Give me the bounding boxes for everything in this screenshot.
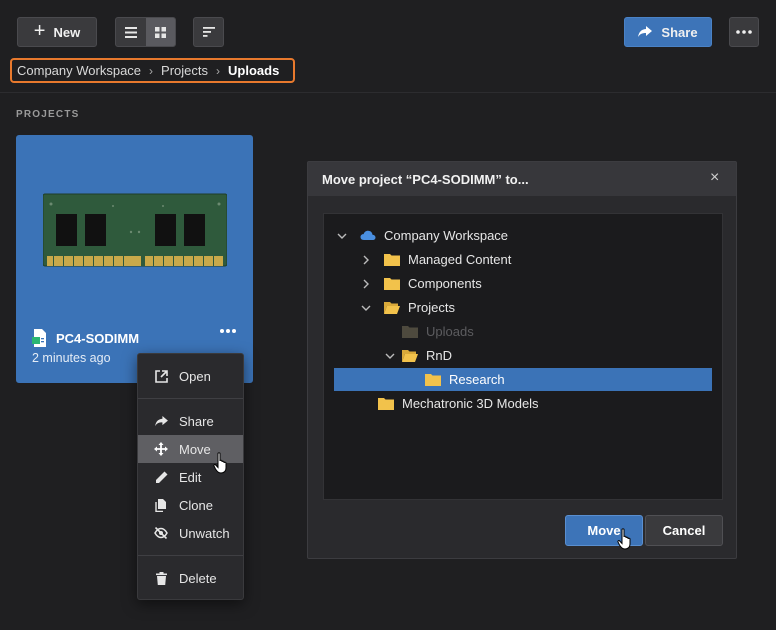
- divider: [0, 92, 776, 93]
- move-icon: [154, 442, 168, 456]
- more-options-button[interactable]: [729, 17, 759, 47]
- unwatch-icon: [154, 526, 168, 540]
- menu-item-label: Share: [179, 413, 214, 429]
- new-button[interactable]: + New: [17, 17, 97, 47]
- tree-item-label: Managed Content: [408, 252, 512, 267]
- tree-item-rnd[interactable]: RnD: [384, 344, 452, 367]
- chevron-right-icon: [360, 278, 372, 290]
- folder-icon: [384, 278, 400, 290]
- project-title: PC4-SODIMM: [56, 331, 140, 346]
- tree-item-company-workspace[interactable]: Company Workspace: [336, 224, 508, 247]
- tree-item-label: Uploads: [426, 324, 474, 339]
- open-external-icon: [154, 369, 168, 383]
- menu-item-open[interactable]: Open: [138, 362, 243, 390]
- view-toggle: [115, 17, 176, 47]
- plus-icon: +: [33, 20, 46, 42]
- folder-icon: [378, 398, 394, 410]
- tree-item-components[interactable]: Components: [360, 272, 482, 295]
- project-file-icon: [32, 329, 46, 347]
- folder-icon: [402, 326, 418, 338]
- pencil-icon: [154, 470, 168, 484]
- menu-item-label: Open: [179, 368, 211, 384]
- menu-item-label: Clone: [179, 497, 213, 513]
- new-button-label: New: [53, 24, 81, 40]
- folder-open-icon: [384, 302, 400, 314]
- tree-item-label: Components: [408, 276, 482, 291]
- clone-icon: [154, 498, 168, 512]
- menu-item-share[interactable]: Share: [138, 407, 243, 435]
- tree-item-mechatronic-3d-models[interactable]: Mechatronic 3D Models: [378, 392, 539, 415]
- tree-item-label: RnD: [426, 348, 453, 363]
- trash-icon: [154, 571, 168, 585]
- hand-cursor-icon: [617, 528, 631, 550]
- tree-item-uploads: Uploads: [402, 320, 474, 343]
- sort-button[interactable]: [193, 17, 224, 47]
- breadcrumb: Company Workspace › Projects › Uploads: [10, 58, 295, 83]
- project-timestamp: 2 minutes ago: [32, 351, 111, 365]
- breadcrumb-projects[interactable]: Projects: [161, 63, 208, 78]
- card-more-icon[interactable]: [219, 328, 237, 334]
- grid-view-button[interactable]: [145, 18, 175, 46]
- menu-item-label: Move: [179, 441, 211, 457]
- cloud-icon: [360, 230, 376, 240]
- tree-item-label: Research: [449, 372, 505, 387]
- tree-item-projects[interactable]: Projects: [360, 296, 455, 319]
- menu-item-label: Edit: [179, 469, 202, 485]
- share-button-label: Share: [661, 24, 698, 40]
- menu-item-delete[interactable]: Delete: [138, 564, 243, 592]
- breadcrumb-company-workspace[interactable]: Company Workspace: [17, 63, 141, 78]
- context-menu: Open Share Move Edit Clone Unwatch Delet…: [137, 353, 244, 600]
- folder-open-icon: [402, 350, 418, 362]
- chevron-down-icon: [384, 350, 396, 362]
- tree-item-managed-content[interactable]: Managed Content: [360, 248, 511, 271]
- breadcrumb-uploads: Uploads: [228, 63, 280, 78]
- list-icon: [124, 26, 137, 38]
- tree-item-label: Mechatronic 3D Models: [402, 396, 539, 411]
- chevron-down-icon: [360, 302, 372, 314]
- dialog-title: Move project “PC4-SODIMM” to...: [322, 171, 529, 187]
- folder-tree: Company Workspace Managed Content Compon…: [323, 213, 723, 500]
- sort-icon: [202, 27, 215, 37]
- section-label: PROJECTS: [16, 109, 80, 120]
- tree-item-label: Projects: [408, 300, 455, 315]
- project-card[interactable]: PC4-SODIMM 2 minutes ago: [16, 135, 253, 383]
- menu-divider: [138, 555, 243, 556]
- hand-cursor-icon: [213, 452, 227, 474]
- chevron-right-icon: ›: [216, 63, 221, 78]
- menu-item-unwatch[interactable]: Unwatch: [138, 519, 243, 547]
- dialog-header: Move project “PC4-SODIMM” to...: [308, 162, 736, 196]
- share-icon: [638, 26, 653, 37]
- cancel-button[interactable]: Cancel: [645, 515, 723, 546]
- tree-item-label: Company Workspace: [384, 228, 509, 243]
- share-button[interactable]: Share: [624, 17, 712, 47]
- chevron-right-icon: ›: [149, 63, 154, 78]
- chevron-right-icon: [360, 254, 372, 266]
- more-dots-icon: [736, 30, 752, 34]
- chevron-down-icon: [336, 230, 348, 242]
- menu-item-clone[interactable]: Clone: [138, 491, 243, 519]
- move-dialog: Move project “PC4-SODIMM” to... × Compan…: [307, 161, 737, 559]
- list-view-button[interactable]: [116, 18, 146, 46]
- close-icon[interactable]: ×: [710, 169, 719, 187]
- menu-divider: [138, 398, 243, 399]
- share-icon: [154, 414, 168, 428]
- menu-item-label: Unwatch: [179, 525, 230, 541]
- folder-icon: [425, 374, 441, 386]
- tree-item-research[interactable]: Research: [334, 368, 712, 391]
- folder-icon: [384, 254, 400, 266]
- project-thumbnail: [43, 193, 227, 267]
- grid-icon: [154, 26, 166, 38]
- menu-item-label: Delete: [179, 570, 217, 586]
